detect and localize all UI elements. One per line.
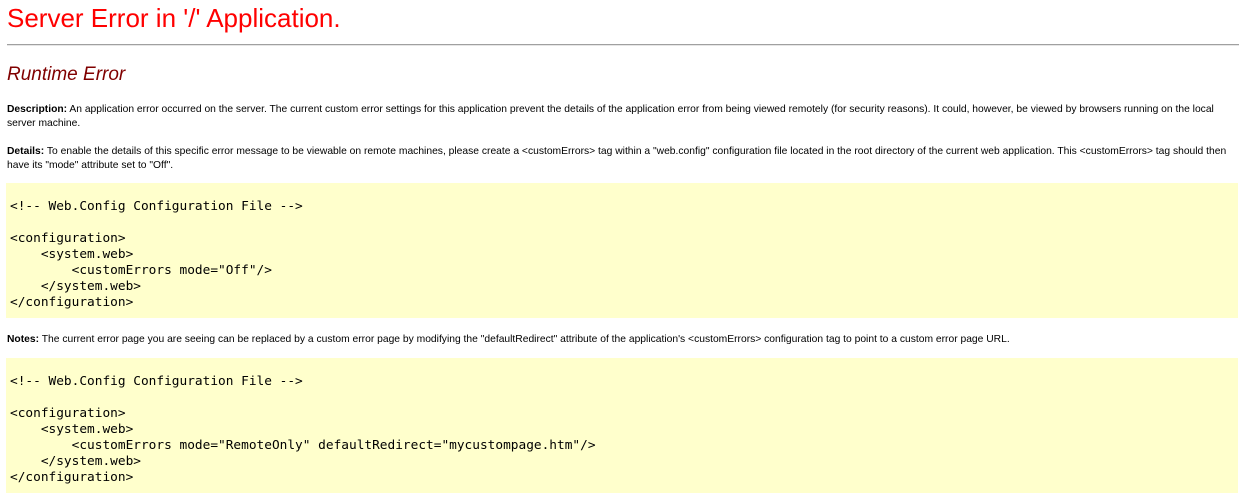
code-block-config-off: <!-- Web.Config Configuration File --> <… [6, 183, 1238, 318]
description-label: Description: [7, 104, 68, 115]
error-page: Server Error in '/' Application. Runtime… [0, 0, 1240, 493]
code-block-config-off-text: <!-- Web.Config Configuration File --> <… [10, 199, 303, 310]
code-block-config-remoteonly-text: <!-- Web.Config Configuration File --> <… [10, 374, 596, 485]
notes-label: Notes: [7, 334, 40, 345]
details-paragraph: Details: To enable the details of this s… [7, 145, 1235, 172]
description-paragraph: Description: An application error occurr… [7, 103, 1235, 130]
description-text: An application error occurred on the ser… [7, 104, 1214, 129]
page-title: Server Error in '/' Application. [7, 3, 341, 33]
title-divider [7, 44, 1239, 46]
details-label: Details: [7, 146, 45, 157]
code-block-config-remoteonly: <!-- Web.Config Configuration File --> <… [6, 358, 1238, 493]
details-text: To enable the details of this specific e… [7, 146, 1227, 171]
notes-text: The current error page you are seeing ca… [39, 334, 1010, 345]
page-subtitle: Runtime Error [7, 64, 126, 85]
notes-paragraph: Notes: The current error page you are se… [7, 333, 1235, 347]
